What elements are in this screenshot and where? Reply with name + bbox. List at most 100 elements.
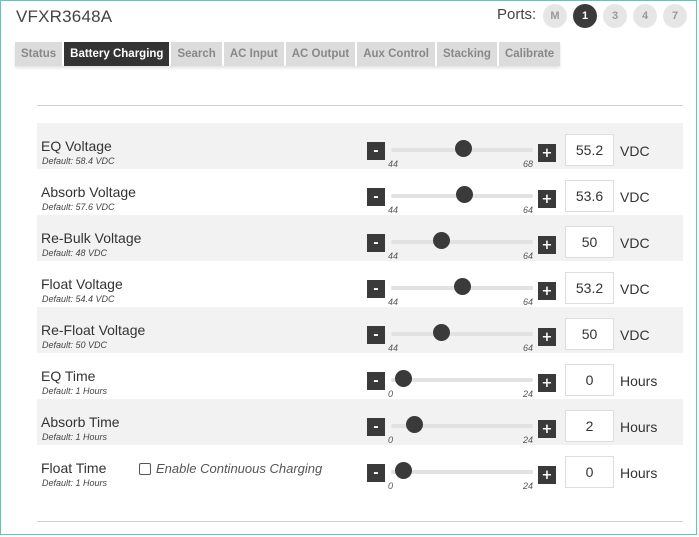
slider-thumb[interactable] (395, 370, 412, 387)
setting-row: Absorb Time Default: 1 Hours -0 24 +2 Hours (37, 399, 683, 445)
tab-ac-output[interactable]: AC Output (285, 42, 356, 66)
unit-label: VDC (620, 189, 650, 205)
setting-label: Re-Float Voltage (41, 322, 146, 338)
slider-max-label: 68 (522, 159, 533, 169)
decrement-button[interactable]: - (367, 464, 385, 482)
increment-button[interactable]: + (538, 282, 556, 300)
tab-calibrate[interactable]: Calibrate (498, 42, 561, 66)
unit-label: Hours (620, 465, 658, 481)
decrement-button[interactable]: - (367, 418, 385, 436)
setting-label: Absorb Time (41, 414, 120, 430)
setting-row: Float Time Default: 1 Hours Enable Continu… (37, 445, 683, 491)
value-input[interactable]: 0 (565, 456, 614, 488)
increment-button[interactable]: + (538, 190, 556, 208)
continuous-charging-option[interactable]: Enable Continuous Charging (139, 461, 322, 476)
setting-default: Default: 1 Hours (42, 386, 108, 396)
setting-default: Default: 50 VDC (42, 340, 108, 350)
increment-button[interactable]: + (538, 374, 556, 392)
increment-button[interactable]: + (538, 420, 556, 438)
tab-battery-charging[interactable]: Battery Charging (64, 42, 170, 66)
tab-stacking[interactable]: Stacking (437, 42, 497, 66)
slider-min-label: 44 (388, 297, 399, 307)
tab-ac-input[interactable]: AC Input (223, 42, 284, 66)
tab-aux-control[interactable]: Aux Control (357, 42, 436, 66)
slider-min-label: 0 (388, 435, 394, 445)
slider-track[interactable] (391, 240, 533, 244)
decrement-button[interactable]: - (367, 372, 385, 390)
divider-bottom (37, 521, 683, 522)
slider-thumb[interactable] (395, 462, 412, 479)
setting-row: EQ Voltage Default: 58.4 VDC -44 68 +55.2 VDC (37, 123, 683, 169)
setting-label: Float Time (41, 460, 107, 476)
increment-button[interactable]: + (538, 144, 556, 162)
ports-label: Ports: (497, 6, 537, 23)
setting-label: EQ Voltage (41, 138, 112, 154)
increment-button[interactable]: + (538, 328, 556, 346)
value-input[interactable]: 50 (565, 226, 614, 258)
value-input[interactable]: 53.6 (565, 180, 614, 212)
setting-default: Default: 1 Hours (42, 478, 108, 488)
setting-label: EQ Time (41, 368, 96, 384)
continuous-charging-label: Enable Continuous Charging (156, 461, 323, 476)
slider-thumb[interactable] (433, 324, 451, 341)
slider-thumb[interactable] (453, 278, 471, 295)
value-input[interactable]: 53.2 (565, 272, 614, 304)
unit-label: VDC (620, 235, 650, 251)
value-input[interactable]: 0 (565, 364, 614, 396)
slider-min-label: 0 (388, 481, 394, 491)
setting-row: EQ Time Default: 1 Hours -0 24 +0 Hours (37, 353, 683, 399)
slider-max-label: 24 (522, 481, 533, 491)
slider-min-label: 44 (388, 343, 399, 353)
setting-default: Default: 54.4 VDC (42, 294, 115, 304)
port-button-m[interactable]: M (543, 4, 567, 28)
slider-min-label: 44 (388, 159, 399, 169)
decrement-button[interactable]: - (367, 280, 385, 298)
slider-track[interactable] (391, 332, 533, 336)
continuous-charging-checkbox[interactable] (139, 462, 151, 475)
value-input[interactable]: 55.2 (565, 134, 614, 166)
tab-bar: Status Battery Charging Search AC Input … (15, 42, 561, 66)
slider-min-label: 44 (388, 205, 399, 215)
setting-row: Re-Float Voltage Default: 50 VDC -44 64 +50 V… (37, 307, 683, 353)
unit-label: Hours (620, 419, 658, 435)
slider-max-label: 64 (522, 343, 533, 353)
setting-row: Float Voltage Default: 54.4 VDC -44 64 +53.2… (37, 261, 683, 307)
slider-thumb[interactable] (405, 416, 423, 433)
setting-label: Re-Bulk Voltage (41, 230, 142, 246)
slider-max-label: 64 (522, 297, 533, 307)
slider-track[interactable] (391, 470, 533, 474)
value-input[interactable]: 2 (565, 410, 614, 442)
slider-max-label: 24 (522, 435, 533, 445)
slider-thumb[interactable] (454, 140, 472, 157)
unit-label: VDC (620, 327, 650, 343)
setting-default: Default: 1 Hours (42, 432, 108, 442)
device-title: VFXR3648A (16, 7, 113, 26)
decrement-button[interactable]: - (367, 142, 385, 160)
tab-status[interactable]: Status (15, 42, 63, 66)
decrement-button[interactable]: - (367, 188, 385, 206)
slider-thumb[interactable] (433, 232, 451, 249)
setting-row: Absorb Voltage Default: 57.6 VDC -44 64 +53.… (37, 169, 683, 215)
increment-button[interactable]: + (538, 236, 556, 254)
value-input[interactable]: 50 (565, 318, 614, 350)
increment-button[interactable]: + (538, 466, 556, 484)
port-button-1[interactable]: 1 (573, 4, 597, 28)
unit-label: Hours (620, 373, 658, 389)
setting-default: Default: 58.4 VDC (42, 156, 115, 166)
unit-label: VDC (620, 281, 650, 297)
port-button-7[interactable]: 7 (663, 4, 687, 28)
port-button-4[interactable]: 4 (633, 4, 657, 28)
divider-top (37, 105, 683, 106)
decrement-button[interactable]: - (367, 234, 385, 252)
slider-track[interactable] (391, 378, 533, 382)
slider-max-label: 24 (522, 389, 533, 399)
slider-max-label: 64 (522, 205, 533, 215)
slider-min-label: 0 (388, 389, 394, 399)
tab-search[interactable]: Search (171, 42, 222, 66)
slider-thumb[interactable] (456, 186, 474, 203)
unit-label: VDC (620, 143, 650, 159)
setting-row: Re-Bulk Voltage Default: 48 VDC -44 64 +50 VD… (37, 215, 683, 261)
port-button-3[interactable]: 3 (603, 4, 627, 28)
decrement-button[interactable]: - (367, 326, 385, 344)
slider-min-label: 44 (388, 251, 399, 261)
